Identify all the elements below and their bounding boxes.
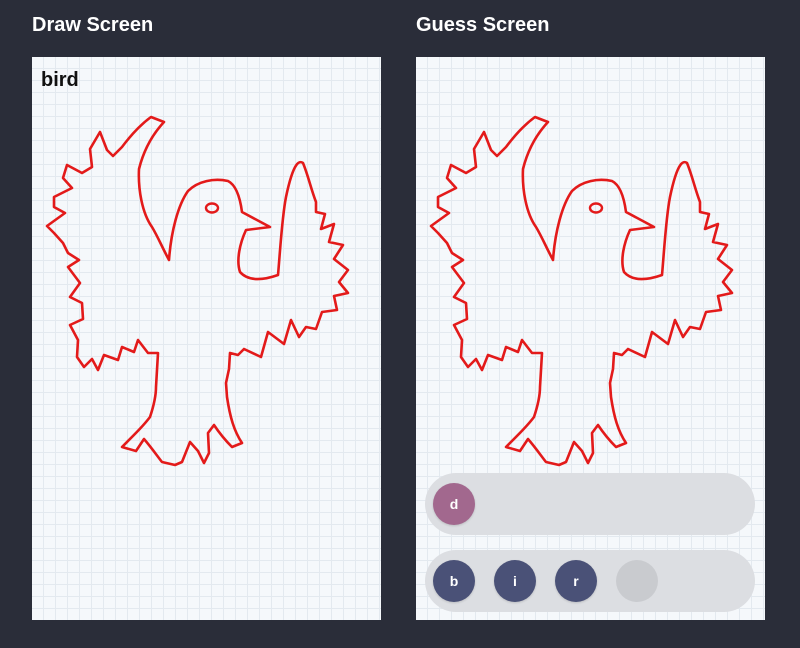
empty-letter-slot <box>616 560 658 602</box>
letter-tile[interactable]: i <box>494 560 536 602</box>
letter-tile[interactable]: r <box>555 560 597 602</box>
answer-tray: d <box>425 473 755 535</box>
target-word: bird <box>41 69 79 91</box>
answer-slot[interactable]: d <box>433 483 475 525</box>
draw-canvas[interactable]: bird <box>32 57 381 620</box>
bird-drawing-copy <box>429 115 734 467</box>
bird-drawing <box>45 115 350 467</box>
draw-screen-title: Draw Screen <box>32 14 154 36</box>
guess-screen-title: Guess Screen <box>416 14 550 36</box>
letter-tray: b i r <box>425 550 755 612</box>
letter-tile[interactable]: b <box>433 560 475 602</box>
guess-canvas: d b i r <box>416 57 765 620</box>
